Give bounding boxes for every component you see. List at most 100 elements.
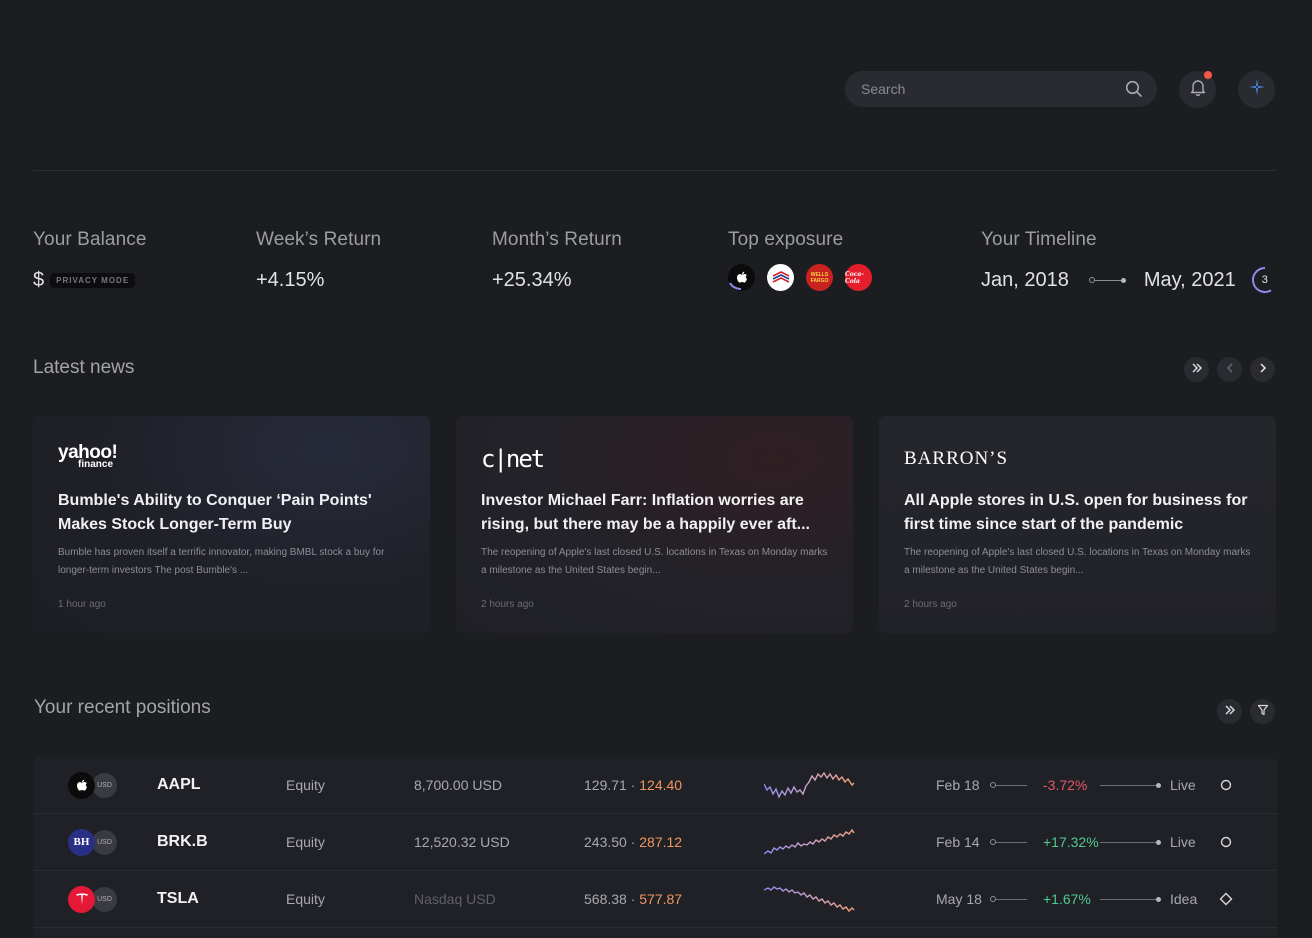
position-row[interactable]: BH USD BRK.B Equity 12,520.32 USD 243.50… bbox=[33, 814, 1277, 871]
month-return-label: Month’s Return bbox=[492, 229, 622, 250]
currency-badge: USD bbox=[92, 886, 117, 912]
position-change: +17.32% bbox=[1043, 834, 1099, 850]
position-type: Equity bbox=[286, 777, 325, 793]
stat-balance: Your Balance $ PRIVACY MODE bbox=[33, 229, 147, 292]
stat-timeline: Your Timeline Jan, 2018 May, 2021 3 bbox=[981, 229, 1280, 295]
position-price: 568.38 · 577.87 bbox=[584, 891, 683, 907]
position-price: 129.71 · 124.40 bbox=[584, 777, 683, 793]
tesla-logo-icon bbox=[68, 885, 95, 913]
news-card[interactable]: yahoo! finance Bumble's Ability to Conqu… bbox=[33, 416, 430, 633]
position-date: Feb 18 bbox=[936, 777, 980, 793]
date-connector bbox=[990, 839, 1027, 845]
filter-icon bbox=[1257, 703, 1269, 721]
news-summary: The reopening of Apple's last closed U.S… bbox=[481, 547, 828, 576]
sparkle-button[interactable] bbox=[1238, 71, 1275, 108]
news-summary: Bumble has proven itself a terrific inno… bbox=[58, 547, 385, 576]
diamond-marker-icon[interactable] bbox=[1219, 892, 1233, 906]
notification-dot bbox=[1204, 71, 1212, 79]
week-return-label: Week’s Return bbox=[256, 229, 382, 250]
news-next-button[interactable] bbox=[1250, 357, 1275, 382]
status-connector bbox=[1100, 839, 1161, 845]
position-change: -3.72% bbox=[1043, 777, 1088, 793]
currency-badge: USD bbox=[92, 772, 117, 798]
circle-marker-icon[interactable] bbox=[1219, 778, 1233, 792]
circle-marker-icon[interactable] bbox=[1219, 835, 1233, 849]
sparkline bbox=[764, 828, 855, 855]
status-connector bbox=[1100, 782, 1161, 788]
news-headline: All Apple stores in U.S. open for busine… bbox=[904, 492, 1248, 533]
privacy-mode-badge[interactable]: PRIVACY MODE bbox=[50, 272, 136, 288]
news-headline: Bumble's Ability to Conquer ‘Pain Points… bbox=[58, 492, 372, 533]
news-headline: Investor Michael Farr: Inflation worries… bbox=[481, 492, 810, 533]
bank-of-america-logo-icon[interactable] bbox=[767, 264, 794, 291]
position-amount: Nasdaq USD bbox=[414, 891, 496, 907]
news-expand-button[interactable] bbox=[1184, 357, 1209, 382]
position-icons: BH USD bbox=[68, 828, 117, 856]
berkshire-logo-icon: BH bbox=[68, 828, 95, 856]
coca-cola-logo-icon[interactable]: Coca-Cola bbox=[845, 264, 872, 291]
position-amount: 12,520.32 USD bbox=[414, 834, 510, 850]
cnet-logo: c|net bbox=[481, 445, 545, 473]
position-symbol: TSLA bbox=[157, 890, 199, 907]
position-symbol: AAPL bbox=[157, 776, 201, 793]
timeline-progress-ring[interactable]: 3 bbox=[1250, 265, 1280, 295]
position-row[interactable] bbox=[33, 928, 1277, 938]
sparkline bbox=[764, 886, 855, 913]
stat-top-exposure: Top exposure WELLS FARGO Coca-Cola bbox=[728, 229, 872, 291]
apple-logo-icon bbox=[68, 771, 95, 799]
position-price: 243.50 · 287.12 bbox=[584, 834, 683, 850]
position-row[interactable]: USD AAPL Equity 8,700.00 USD 129.71 · 12… bbox=[33, 757, 1277, 814]
balance-currency: $ bbox=[33, 268, 45, 291]
date-connector bbox=[990, 896, 1027, 902]
stat-week-return: Week’s Return +4.15% bbox=[256, 229, 381, 292]
double-chevron-right-icon bbox=[1224, 703, 1236, 721]
barrons-logo: BARRON’S bbox=[904, 448, 1009, 469]
recent-positions-title: Your recent positions bbox=[34, 697, 211, 718]
header-divider bbox=[33, 170, 1277, 171]
bell-icon bbox=[1188, 77, 1208, 102]
sparkline bbox=[764, 771, 855, 799]
date-connector bbox=[990, 782, 1027, 788]
timeline-connector bbox=[1088, 277, 1126, 283]
positions-expand-button[interactable] bbox=[1217, 699, 1242, 724]
search-icon[interactable] bbox=[1125, 80, 1143, 98]
news-time: 2 hours ago bbox=[904, 599, 957, 610]
news-prev-button[interactable] bbox=[1217, 357, 1242, 382]
search-bar[interactable] bbox=[845, 71, 1157, 107]
sparkle-icon bbox=[1248, 78, 1266, 101]
wells-fargo-logo-icon[interactable]: WELLS FARGO bbox=[806, 264, 833, 291]
news-time: 2 hours ago bbox=[481, 599, 534, 610]
yahoo-finance-logo: yahoo! finance bbox=[58, 442, 118, 470]
position-status: Live bbox=[1170, 834, 1196, 850]
timeline-label: Your Timeline bbox=[981, 229, 1097, 250]
search-input[interactable] bbox=[861, 81, 1125, 97]
timeline-end[interactable]: May, 2021 bbox=[1144, 269, 1236, 292]
position-row[interactable]: USD TSLA Equity Nasdaq USD 568.38 · 577.… bbox=[33, 871, 1277, 928]
position-date: Feb 14 bbox=[936, 834, 980, 850]
timeline-start[interactable]: Jan, 2018 bbox=[981, 269, 1069, 292]
chevron-left-icon bbox=[1225, 361, 1235, 379]
latest-news-title: Latest news bbox=[33, 357, 135, 378]
position-status: Live bbox=[1170, 777, 1196, 793]
news-card[interactable]: c|net Investor Michael Farr: Inflation w… bbox=[456, 416, 853, 633]
apple-logo-icon[interactable] bbox=[728, 264, 755, 291]
position-amount: 8,700.00 USD bbox=[414, 777, 502, 793]
position-icons: USD bbox=[68, 771, 117, 799]
double-chevron-right-icon bbox=[1191, 361, 1203, 379]
position-symbol: BRK.B bbox=[157, 833, 208, 850]
news-card[interactable]: BARRON’S All Apple stores in U.S. open f… bbox=[879, 416, 1276, 633]
news-summary: The reopening of Apple's last closed U.S… bbox=[904, 547, 1251, 576]
position-type: Equity bbox=[286, 834, 325, 850]
position-change: +1.67% bbox=[1043, 891, 1091, 907]
stat-month-return: Month’s Return +25.34% bbox=[492, 229, 622, 292]
positions-table: USD AAPL Equity 8,700.00 USD 129.71 · 12… bbox=[33, 757, 1277, 938]
position-icons: USD bbox=[68, 885, 117, 913]
positions-filter-button[interactable] bbox=[1250, 699, 1275, 724]
position-date: May 18 bbox=[936, 891, 982, 907]
news-time: 1 hour ago bbox=[58, 599, 106, 610]
balance-label: Your Balance bbox=[33, 229, 147, 250]
status-connector bbox=[1100, 896, 1161, 902]
chevron-right-icon bbox=[1258, 361, 1268, 379]
position-type: Equity bbox=[286, 891, 325, 907]
notifications-button[interactable] bbox=[1179, 71, 1216, 108]
